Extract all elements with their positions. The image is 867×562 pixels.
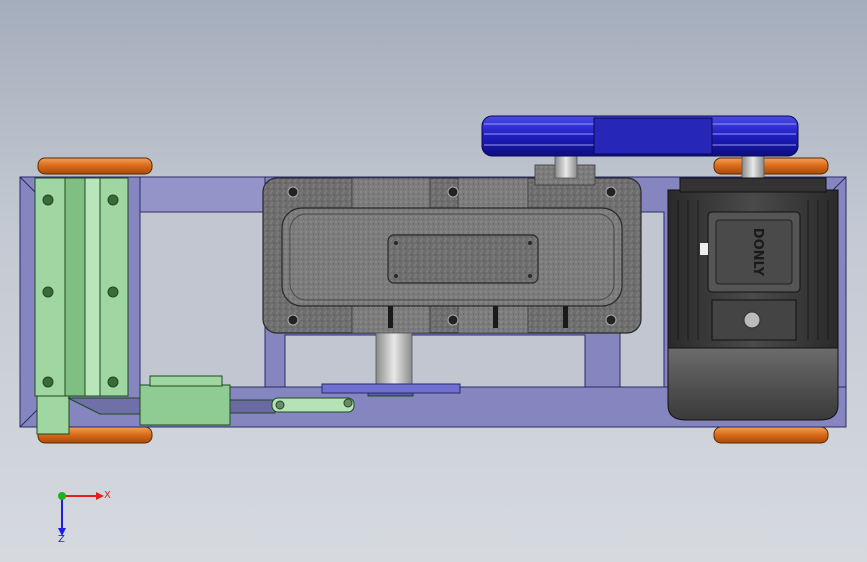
cad-viewport[interactable]: DONLY X Z bbox=[0, 0, 867, 562]
wheel-front-left bbox=[37, 157, 153, 175]
y-axis-dot bbox=[58, 492, 66, 500]
coordinate-triad[interactable]: X Z bbox=[58, 490, 111, 545]
z-axis-label: Z bbox=[58, 534, 65, 545]
wheel-rear-right bbox=[713, 426, 829, 444]
cad-scene[interactable]: DONLY X Z bbox=[0, 0, 867, 562]
x-axis-label: X bbox=[104, 490, 111, 501]
v-belt-pulley bbox=[481, 115, 799, 157]
electric-motor: DONLY bbox=[667, 177, 839, 421]
gearbox-housing bbox=[262, 164, 642, 334]
motor-nameplate: DONLY bbox=[750, 228, 765, 277]
wheel-front-right bbox=[713, 157, 829, 175]
left-bearing-bracket bbox=[34, 177, 129, 435]
